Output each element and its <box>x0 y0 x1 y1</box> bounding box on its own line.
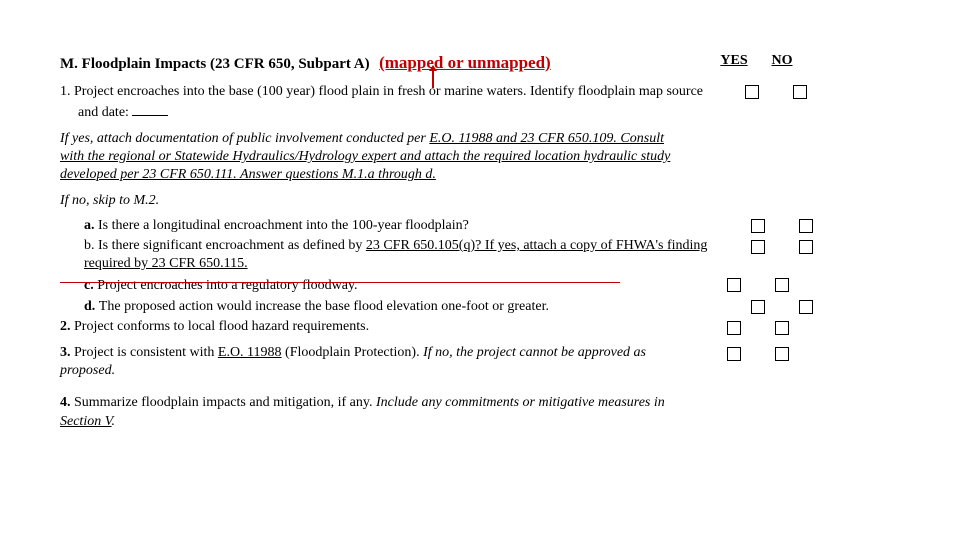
b-pre: Is there significant encroachment as def… <box>98 238 366 253</box>
q2-lead: 2. <box>60 319 74 334</box>
q2-no-checkbox[interactable] <box>775 321 789 335</box>
q1d-yes-checkbox[interactable] <box>751 300 765 314</box>
q1b2-no-checkbox[interactable] <box>775 278 789 292</box>
q3-link[interactable]: E.O. 11988 <box>218 345 282 360</box>
ifyes-pre: If yes, attach documentation of public i… <box>60 131 429 146</box>
q4-text: Summarize floodplain impacts and mitigat… <box>74 395 376 410</box>
question-1b: b. Is there significant encroachment as … <box>60 237 900 273</box>
q3-no-checkbox[interactable] <box>775 347 789 361</box>
question-1a: a. Is there a longitudinal encroachment … <box>60 217 900 235</box>
question-1: 1. Project encroaches into the base (100… <box>60 83 900 122</box>
q1b-no-checkbox[interactable] <box>799 240 813 254</box>
c-text: Project encroaches into a regulatory flo… <box>97 278 357 293</box>
q3-yes-checkbox[interactable] <box>727 347 741 361</box>
q4-ital-pre: Include any commitments or mitigative me… <box>376 395 665 410</box>
a-text: Is there a longitudinal encroachment int… <box>98 218 469 233</box>
q1a-yes-checkbox[interactable] <box>751 219 765 233</box>
page: M. Floodplain Impacts (23 CFR 650, Subpa… <box>0 0 960 540</box>
ifno-text: If no, skip to M.2. <box>60 192 710 210</box>
question-2: 2. Project conforms to local flood hazar… <box>60 318 900 336</box>
question-4: 4. Summarize floodplain impacts and miti… <box>60 394 900 430</box>
col-no: NO <box>772 53 793 68</box>
col-yes: YES <box>720 53 747 68</box>
a-lead: a. <box>84 218 98 233</box>
q4-link[interactable]: Section V <box>60 414 111 429</box>
mapped-annotation: (mapped or unmapped) <box>379 53 551 72</box>
fill-blank[interactable] <box>132 101 168 116</box>
q1b-yes-checkbox[interactable] <box>751 240 765 254</box>
q1a-no-checkbox[interactable] <box>799 219 813 233</box>
annotation-arrow <box>432 70 434 88</box>
d-lead: d. <box>84 299 99 314</box>
q2-text: Project conforms to local flood hazard r… <box>74 319 369 334</box>
annotation-underline <box>60 282 620 283</box>
q4-lead: 4. <box>60 395 74 410</box>
d-text: The proposed action would increase the b… <box>99 299 549 314</box>
q3-mid: (Floodplain Protection). <box>282 345 424 360</box>
q1d-no-checkbox[interactable] <box>799 300 813 314</box>
if-yes-note: If yes, attach documentation of public i… <box>60 130 900 185</box>
section-title: M. Floodplain Impacts (23 CFR 650, Subpa… <box>60 56 370 72</box>
q2-yes-checkbox[interactable] <box>727 321 741 335</box>
q1-yes-checkbox[interactable] <box>745 85 759 99</box>
section-header-row: M. Floodplain Impacts (23 CFR 650, Subpa… <box>60 52 900 75</box>
if-no-note: If no, skip to M.2. <box>60 192 900 210</box>
question-1d: d. The proposed action would increase th… <box>60 298 900 316</box>
b-lead: b. <box>84 238 98 253</box>
c-lead: c. <box>84 278 97 293</box>
question-3: 3. Project is consistent with E.O. 11988… <box>60 344 900 380</box>
q3-pre: Project is consistent with <box>74 345 218 360</box>
q1-no-checkbox[interactable] <box>793 85 807 99</box>
q3-lead: 3. <box>60 345 74 360</box>
q4-period: . <box>111 414 115 429</box>
